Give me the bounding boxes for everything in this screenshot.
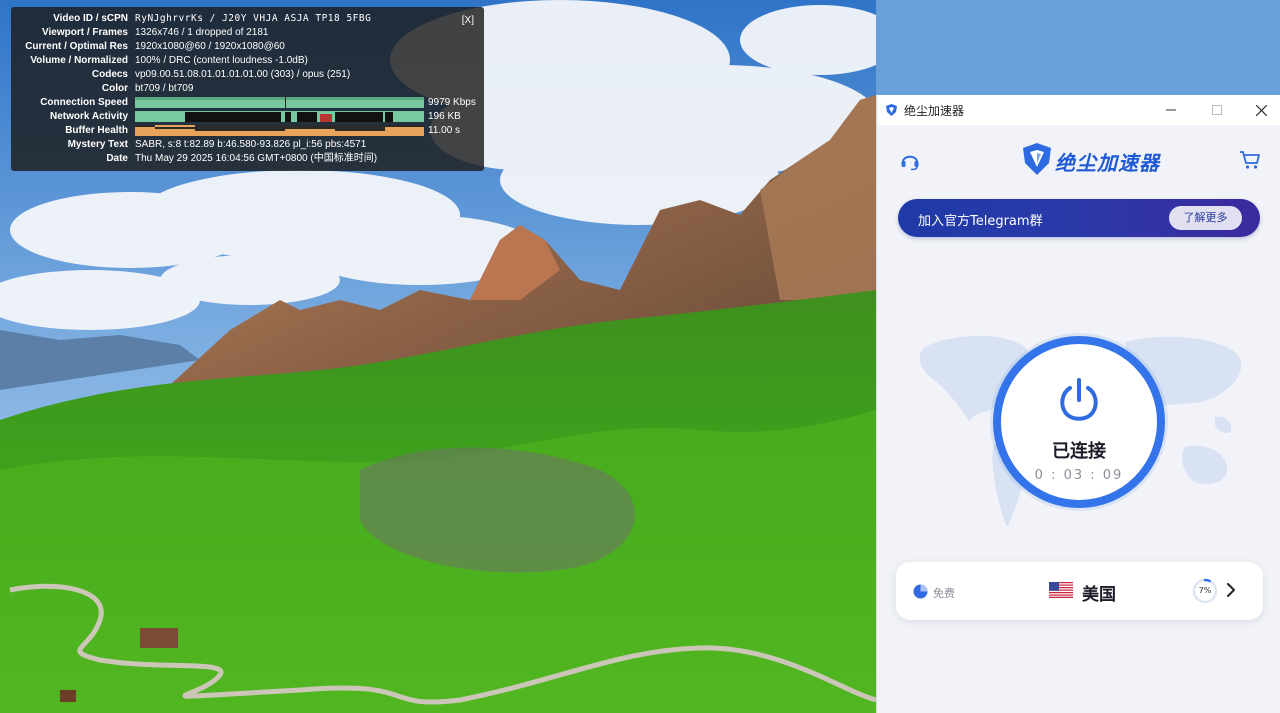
app-logo-icon xyxy=(886,104,897,116)
stats-label: Color xyxy=(101,83,128,94)
close-button[interactable] xyxy=(1239,95,1280,125)
connection-status: 已连接 xyxy=(1052,441,1106,462)
power-icon xyxy=(1060,378,1098,421)
buffer-health-graph xyxy=(135,125,424,136)
stats-label: Network Activity xyxy=(50,111,128,122)
stats-value: SABR, s:8 t:82.89 b:46.580-93.826 pl_i:5… xyxy=(135,139,367,150)
server-country: 美国 xyxy=(1082,585,1116,605)
stats-value: Thu May 29 2025 16:04:56 GMT+0800 (中国标准时… xyxy=(135,153,378,164)
stats-row-color: Color bt709 / bt709 xyxy=(11,82,451,96)
server-load-label: 7% xyxy=(1198,586,1212,595)
server-selector[interactable]: 免费 美国 7% xyxy=(896,562,1263,620)
stats-for-nerds-panel: [X] Video ID / sCPN RyNJghrvrKs / J20Y V… xyxy=(11,7,484,171)
stats-label: Volume / Normalized xyxy=(30,55,128,66)
stats-label: Video ID / sCPN xyxy=(53,13,128,24)
headset-icon[interactable] xyxy=(899,149,921,171)
stats-value: 11.00 s xyxy=(428,125,461,136)
stats-row-codecs: Codecs vp09.00.51.08.01.01.01.01.00 (303… xyxy=(11,68,451,82)
stats-label: Current / Optimal Res xyxy=(25,41,128,52)
minimize-button[interactable] xyxy=(1149,95,1193,125)
stats-value: bt709 / bt709 xyxy=(135,83,194,94)
connection-timer: 0 : 03 : 09 xyxy=(1034,468,1124,483)
stats-row-viewport: Viewport / Frames 1326x746 / 1 dropped o… xyxy=(11,26,451,40)
stats-row-network-activity: Network Activity 196 KB xyxy=(11,110,481,124)
stats-close-button[interactable]: [X] xyxy=(462,15,474,26)
stats-value: 196 KB xyxy=(428,111,461,122)
stats-label: Connection Speed xyxy=(40,97,128,108)
stats-label: Mystery Text xyxy=(67,139,128,150)
maximize-button[interactable] xyxy=(1195,95,1239,125)
stats-row-volume: Volume / Normalized 100% / DRC (content … xyxy=(11,54,451,68)
connection-speed-graph xyxy=(135,97,424,108)
chevron-right-icon xyxy=(1227,583,1235,597)
tier-label: 免费 xyxy=(933,587,955,600)
connect-toggle-button[interactable]: 已连接 0 : 03 : 09 xyxy=(993,336,1165,508)
stats-row-buffer-health: Buffer Health 11.00 s xyxy=(11,124,481,138)
maximize-icon xyxy=(1212,105,1222,115)
stats-row-mystery-text: Mystery Text SABR, s:8 t:82.89 b:46.580-… xyxy=(11,138,481,152)
stats-label: Buffer Health xyxy=(65,125,128,136)
window-title: 绝尘加速器 xyxy=(904,104,965,118)
pie-icon xyxy=(913,584,928,599)
network-activity-graph xyxy=(135,111,424,122)
minimize-icon xyxy=(1166,109,1176,111)
stats-value: 1326x746 / 1 dropped of 2181 xyxy=(135,27,269,38)
stats-row-resolution: Current / Optimal Res 1920x1080@60 / 192… xyxy=(11,40,451,54)
stats-value: 9979 Kbps xyxy=(428,97,476,108)
learn-more-button[interactable]: 了解更多 xyxy=(1169,206,1242,230)
app-window: 绝尘加速器 绝尘加速器 加入官方Telegram群 了解更多 已连接 0: 0… xyxy=(876,95,1280,713)
us-flag-icon xyxy=(1049,582,1073,598)
stats-label: Codecs xyxy=(91,69,128,80)
stats-label: Viewport / Frames xyxy=(42,27,128,38)
banner-text: 加入官方Telegram群 xyxy=(918,214,1043,229)
stats-row-connection-speed: Connection Speed 9979 Kbps xyxy=(11,96,481,110)
stats-row-date: Date Thu May 29 2025 16:04:56 GMT+0800 (… xyxy=(11,152,481,166)
telegram-banner[interactable]: 加入官方Telegram群 了解更多 xyxy=(898,199,1260,237)
stats-value: 100% / DRC (content loudness -1.0dB) xyxy=(135,55,308,66)
title-bar[interactable]: 绝尘加速器 xyxy=(877,95,1280,125)
cart-icon[interactable] xyxy=(1239,149,1261,171)
brand-name: 绝尘加速器 xyxy=(1055,151,1160,175)
close-icon xyxy=(1255,104,1267,116)
stats-value: RyNJghrvrKs / J20Y VHJA ASJA TP18 5FBG xyxy=(135,13,372,24)
stats-value: vp09.00.51.08.01.01.01.01.00 (303) / opu… xyxy=(135,69,351,80)
stats-value: 1920x1080@60 / 1920x1080@60 xyxy=(135,41,285,52)
stats-label: Date xyxy=(106,153,128,164)
shield-logo-icon xyxy=(1023,143,1051,175)
stats-row-video-id: Video ID / sCPN RyNJghrvrKs / J20Y VHJA … xyxy=(11,12,451,26)
